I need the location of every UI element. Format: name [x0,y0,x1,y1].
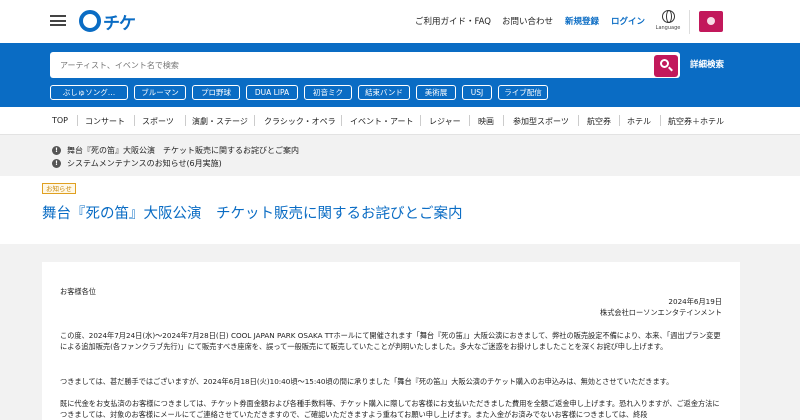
category-stage[interactable]: 演劇・ステージ [192,116,248,127]
search-button[interactable] [654,55,678,77]
category-participation-sports[interactable]: 参加型スポーツ [513,116,569,127]
search-band: 詳細検索 ぶしゅソング… ブルーマン プロ野球 DUA LIPA 初音ミク 結束… [0,43,800,107]
keyword-chip[interactable]: ライブ配信 [498,85,548,100]
info-icon: ! [52,159,61,168]
keyword-chip[interactable]: 初音ミク [304,85,352,100]
article-paragraph: つきましては、甚だ勝手ではございますが、2024年6月18日(火)10:40頃〜… [60,377,674,386]
category-hotels[interactable]: ホテル [627,116,651,127]
notice-text: 舞台『死の笛』大阪公演 チケット販売に関するお詫びとご案内 [67,146,299,155]
keyword-chip[interactable]: ブルーマン [134,85,186,100]
notice-list: ! 舞台『死の笛』大阪公演 チケット販売に関するお詫びとご案内 ! システムメン… [52,144,299,170]
keyword-chip[interactable]: ぶしゅソング… [50,85,128,100]
category-classic[interactable]: クラシック・オペラ [264,116,336,127]
logo-mark [79,10,101,32]
category-flight-hotel[interactable]: 航空券＋ホテル [668,116,724,127]
advanced-search-link[interactable]: 詳細検索 [690,58,724,70]
category-movie[interactable]: 映画 [478,116,494,127]
app-banner-icon[interactable] [699,11,723,32]
header-divider [689,10,690,34]
keyword-chip[interactable]: 結束バンド [358,85,410,100]
category-leisure[interactable]: レジャー [429,116,461,127]
article-date: 2024年6月19日 [668,297,722,306]
language-label: Language [655,25,681,31]
globe-icon [661,10,675,23]
notice-item[interactable]: ! 舞台『死の笛』大阪公演 チケット販売に関するお詫びとご案内 [52,144,299,157]
site-header: チケ ご利用ガイド・FAQ お問い合わせ 新規登録 ログイン Language [0,0,800,43]
page-title: 舞台『死の笛』大阪公演 チケット販売に関するお詫びとご案内 [42,206,463,222]
category-event-art[interactable]: イベント・アート [350,116,414,127]
register-link[interactable]: 新規登録 [565,15,599,27]
search-input[interactable] [60,57,650,73]
category-top[interactable]: TOP [52,116,68,125]
category-flights[interactable]: 航空券 [587,116,611,127]
login-link[interactable]: ログイン [611,15,645,27]
page-header: お知らせ 舞台『死の笛』大阪公演 チケット販売に関するお詫びとご案内 [0,176,800,244]
keyword-chip[interactable]: プロ野球 [192,85,240,100]
category-sports[interactable]: スポーツ [142,116,174,127]
article-body: お客様各位 2024年6月19日 株式会社ローソンエンタテインメント この度、2… [42,262,740,420]
info-icon: ! [52,146,61,155]
search-box [50,52,680,78]
hamburger-menu-icon[interactable] [50,15,66,26]
keyword-chips: ぶしゅソング… ブルーマン プロ野球 DUA LIPA 初音ミク 結束バンド 美… [50,85,554,100]
category-concert[interactable]: コンサート [85,116,125,127]
category-tag: お知らせ [42,183,76,194]
greeting: お客様各位 [60,287,96,296]
keyword-chip[interactable]: 美術展 [416,85,456,100]
keyword-chip[interactable]: DUA LIPA [246,85,298,100]
guide-faq-link[interactable]: ご利用ガイド・FAQ [415,15,491,27]
notice-item[interactable]: ! システムメンテナンスのお知らせ(6月実施) [52,157,299,170]
notice-text: システムメンテナンスのお知らせ(6月実施) [67,159,222,168]
contact-link[interactable]: お問い合わせ [502,15,553,27]
company-name: 株式会社ローソンエンタテインメント [600,308,722,317]
site-logo[interactable]: チケ [79,8,136,34]
logo-text: チケ [103,13,136,34]
keyword-chip[interactable]: USJ [462,85,492,100]
article-paragraph: 既に代金をお支払済のお客様につきましては、チケット券面金額および各種手数料等、チ… [60,399,720,419]
category-nav: TOP コンサート スポーツ 演劇・ステージ クラシック・オペラ イベント・アー… [0,107,800,135]
language-selector[interactable]: Language [655,10,681,31]
article-paragraph: この度、2024年7月24日(水)〜2024年7月28日(日) COOL JAP… [60,331,721,351]
